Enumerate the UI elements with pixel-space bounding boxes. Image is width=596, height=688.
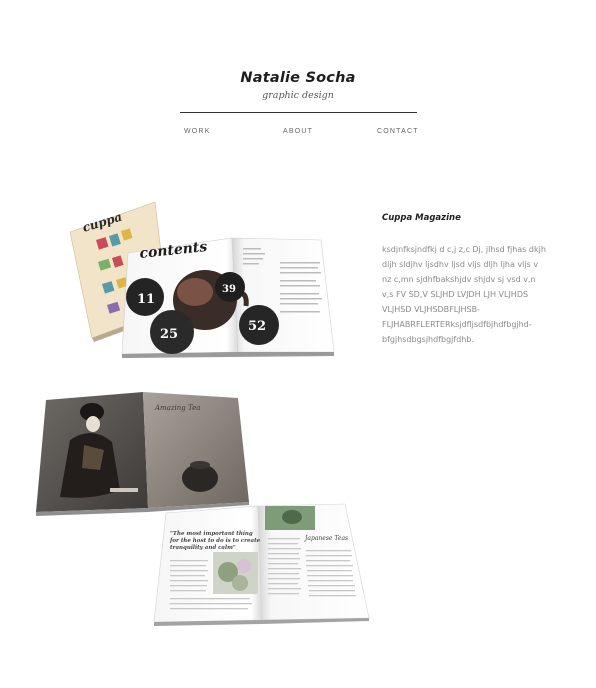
project-title: Cuppa Magazine <box>382 213 461 223</box>
contents-spread: contents 11 25 39 52 <box>121 237 335 358</box>
page-number: 11 <box>137 292 155 307</box>
cuppa-magazine-image[interactable]: cuppa contents 11 25 39 52 <box>69 201 335 358</box>
spread-heading: Amazing Tea <box>154 404 200 412</box>
article-heading: Japanese Teas <box>303 535 348 542</box>
page-number: 39 <box>222 284 236 295</box>
page-number: 25 <box>160 327 178 342</box>
tea-article-image[interactable]: Amazing Tea "The most important thing fo… <box>36 392 370 626</box>
page-number: 52 <box>248 319 266 334</box>
article-spread: "The most important thing for the host t… <box>153 503 370 626</box>
project-description: ksdjnfksjndfkj d c,j z,c Dj, jlhsd fjhas… <box>382 245 546 344</box>
photo-spread: Amazing Tea <box>36 392 249 516</box>
